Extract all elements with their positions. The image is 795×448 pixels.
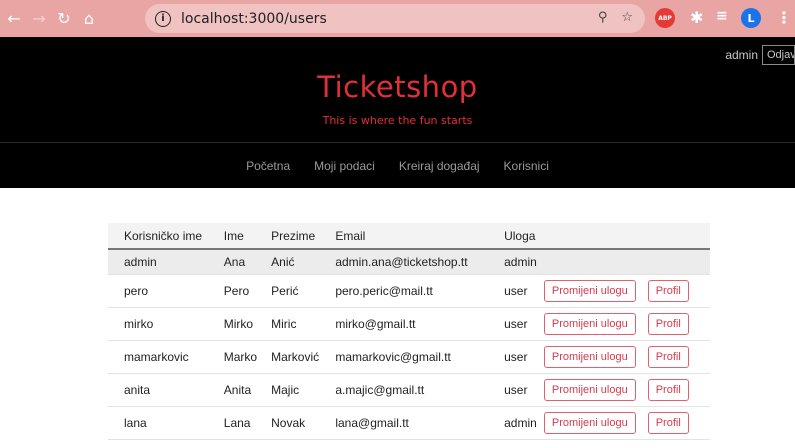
cell-last-name: Perić bbox=[263, 274, 328, 308]
profile-button[interactable]: Profil bbox=[647, 279, 689, 302]
bookmark-star-icon[interactable]: ☆ bbox=[621, 10, 633, 25]
extensions-puzzle-icon[interactable]: ✱ bbox=[690, 8, 703, 27]
users-table-container: Korisničko ime Ime Prezime Email Uloga a… bbox=[108, 223, 710, 440]
cell-email: mamarkovic@gmail.tt bbox=[327, 340, 489, 374]
cell-first-name: Anita bbox=[215, 373, 264, 407]
cell-role: user bbox=[488, 307, 544, 341]
cell-last-name: Miric bbox=[263, 307, 328, 341]
table-row: mirko Mirko Miric mirko@gmail.tt user Pr… bbox=[108, 307, 710, 341]
profile-button[interactable]: Profil bbox=[647, 345, 689, 368]
cell-username: lana bbox=[108, 406, 216, 440]
table-row: admin Ana Anić admin.ana@ticketshop.tt a… bbox=[108, 249, 710, 275]
cell-username: admin bbox=[108, 249, 216, 275]
cell-username: anita bbox=[108, 373, 216, 407]
cell-last-name: Novak bbox=[263, 406, 328, 440]
col-last-name: Prezime bbox=[263, 223, 328, 250]
site-header: admin Odjava Ticketshop This is where th… bbox=[0, 37, 795, 188]
table-row: lana Lana Novak lana@gmail.tt admin Prom… bbox=[108, 406, 710, 440]
logout-button[interactable]: Odjava bbox=[762, 45, 795, 65]
home-icon[interactable]: ⌂ bbox=[78, 8, 100, 30]
cell-username: mirko bbox=[108, 307, 216, 341]
cell-actions: Promijeni ulogu Profil bbox=[543, 373, 710, 407]
cell-last-name: Majic bbox=[263, 373, 328, 407]
cell-actions: Promijeni ulogu Profil bbox=[543, 406, 710, 440]
kebab-menu-icon[interactable]: ⋮ bbox=[776, 8, 792, 27]
cell-role: user bbox=[488, 274, 544, 308]
users-table: Korisničko ime Ime Prezime Email Uloga a… bbox=[108, 223, 710, 440]
cell-role: admin bbox=[488, 406, 544, 440]
cell-role: user bbox=[488, 340, 544, 374]
profile-avatar[interactable]: L bbox=[741, 8, 761, 28]
info-icon[interactable]: i bbox=[155, 10, 171, 27]
site-tagline: This is where the fun starts bbox=[322, 114, 473, 127]
cell-first-name: Ana bbox=[215, 249, 264, 275]
cell-first-name: Mirko bbox=[215, 307, 264, 341]
address-url[interactable]: localhost:3000/users bbox=[181, 11, 327, 27]
zoom-icon[interactable]: ⚲ bbox=[598, 10, 608, 25]
cell-email: lana@gmail.tt bbox=[327, 406, 489, 440]
cell-username: mamarkovic bbox=[108, 340, 216, 374]
cell-email: pero.peric@mail.tt bbox=[327, 274, 489, 308]
header-divider bbox=[0, 142, 795, 143]
cell-last-name: Marković bbox=[263, 340, 328, 374]
cell-first-name: Marko bbox=[215, 340, 264, 374]
nav-create-event[interactable]: Kreiraj događaj bbox=[399, 159, 480, 173]
address-bar[interactable]: i localhost:3000/users ⚲ ☆ bbox=[145, 4, 645, 33]
cell-role: user bbox=[488, 373, 544, 407]
nav-my-data[interactable]: Moji podaci bbox=[314, 159, 375, 173]
current-user-name: admin bbox=[725, 48, 758, 62]
adblock-extension-icon[interactable]: ABP bbox=[655, 8, 675, 28]
table-row: anita Anita Majic a.majic@gmail.tt user … bbox=[108, 373, 710, 407]
cell-last-name: Anić bbox=[263, 249, 328, 275]
cell-username: pero bbox=[108, 274, 216, 308]
cell-first-name: Lana bbox=[215, 406, 264, 440]
table-header-row: Korisničko ime Ime Prezime Email Uloga bbox=[108, 223, 710, 250]
back-arrow-icon[interactable]: ← bbox=[3, 8, 25, 30]
col-first-name: Ime bbox=[215, 223, 264, 250]
user-area: admin Odjava bbox=[725, 45, 795, 65]
main-nav: Početna Moji podaci Kreiraj događaj Kori… bbox=[0, 159, 795, 173]
forward-arrow-icon[interactable]: → bbox=[28, 8, 50, 30]
nav-home[interactable]: Početna bbox=[246, 159, 290, 173]
reload-icon[interactable]: ↻ bbox=[53, 8, 75, 30]
profile-button[interactable]: Profil bbox=[647, 312, 689, 335]
table-row: mamarkovic Marko Marković mamarkovic@gma… bbox=[108, 340, 710, 374]
table-row: pero Pero Perić pero.peric@mail.tt user … bbox=[108, 274, 710, 308]
change-role-button[interactable]: Promijeni ulogu bbox=[543, 378, 636, 401]
cell-email: a.majic@gmail.tt bbox=[327, 373, 489, 407]
nav-users[interactable]: Korisnici bbox=[504, 159, 549, 173]
cell-actions: Promijeni ulogu Profil bbox=[543, 340, 710, 374]
cell-email: mirko@gmail.tt bbox=[327, 307, 489, 341]
cell-first-name: Pero bbox=[215, 274, 264, 308]
profile-button[interactable]: Profil bbox=[647, 411, 689, 434]
reading-list-icon[interactable]: ≡ bbox=[716, 8, 728, 24]
cell-email: admin.ana@ticketshop.tt bbox=[327, 249, 489, 275]
col-role: Uloga bbox=[488, 223, 544, 250]
change-role-button[interactable]: Promijeni ulogu bbox=[543, 411, 636, 434]
change-role-button[interactable]: Promijeni ulogu bbox=[543, 345, 636, 368]
col-actions bbox=[543, 223, 710, 250]
site-title[interactable]: Ticketshop bbox=[0, 70, 795, 104]
cell-actions: Promijeni ulogu Profil bbox=[543, 274, 710, 308]
profile-button[interactable]: Profil bbox=[647, 378, 689, 401]
change-role-button[interactable]: Promijeni ulogu bbox=[543, 279, 636, 302]
change-role-button[interactable]: Promijeni ulogu bbox=[543, 312, 636, 335]
cell-actions bbox=[543, 249, 710, 275]
cell-role: admin bbox=[488, 249, 544, 275]
col-email: Email bbox=[327, 223, 489, 250]
col-username: Korisničko ime bbox=[108, 223, 216, 250]
cell-actions: Promijeni ulogu Profil bbox=[543, 307, 710, 341]
browser-toolbar: ← → ↻ ⌂ i localhost:3000/users ⚲ ☆ ABP ✱… bbox=[0, 0, 795, 37]
